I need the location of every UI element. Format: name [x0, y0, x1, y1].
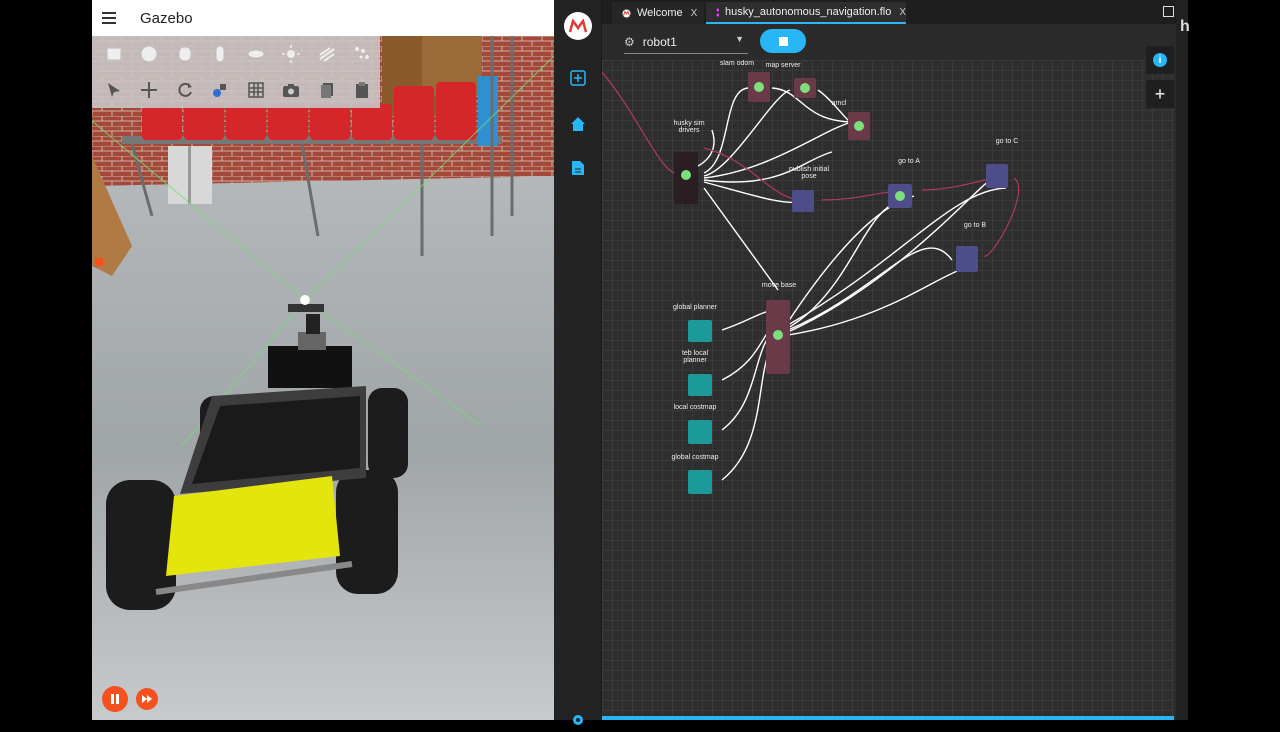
robot-select[interactable]: ⚙ robot1 ▼	[624, 30, 748, 54]
node-go-to-b[interactable]	[956, 246, 978, 272]
settings-gear-icon[interactable]	[566, 708, 590, 732]
grid-icon[interactable]	[238, 75, 274, 105]
gazebo-playback-controls	[102, 686, 158, 712]
node-go-to-c[interactable]	[986, 164, 1008, 188]
node-label-go-to-b: go to B	[963, 222, 987, 229]
pause-icon	[111, 694, 119, 704]
node-label-slam-odom: slam odom	[719, 60, 755, 67]
flow-sidebar	[554, 0, 602, 725]
gazebo-toolbar	[92, 36, 380, 108]
flow-file-icon	[716, 8, 719, 16]
spot-light-icon[interactable]	[345, 39, 381, 69]
cylinder-icon[interactable]	[167, 39, 203, 69]
node-publish-initial-pose[interactable]	[792, 190, 814, 212]
flow-canvas[interactable]: slam odom map server amcl husky sim driv…	[602, 60, 1174, 720]
node-label-publish-initial-pose: publish initial pose	[788, 166, 830, 180]
node-husky-sim-drivers[interactable]	[674, 152, 698, 204]
fast-forward-icon	[142, 695, 152, 703]
robot-select-value: robot1	[642, 34, 677, 49]
node-label-go-to-c: go to C	[995, 138, 1019, 145]
screen: Gazebo Welcome X husky_autonomous_naviga…	[92, 0, 1188, 725]
node-map-server[interactable]	[794, 78, 816, 98]
node-slam-odom[interactable]	[748, 72, 770, 102]
node-global-planner[interactable]	[688, 320, 712, 342]
copy-icon[interactable]	[309, 75, 345, 105]
node-label-go-to-a: go to A	[898, 158, 920, 165]
select-icon[interactable]	[96, 75, 132, 105]
directional-light-icon[interactable]	[309, 39, 345, 69]
sphere-icon[interactable]	[132, 39, 168, 69]
pause-button[interactable]	[102, 686, 128, 712]
canvas-bottom-bar	[602, 716, 1174, 720]
tab-welcome-close-button[interactable]: X	[691, 8, 698, 19]
node-label-global-planner: global planner	[673, 304, 717, 311]
tab-bar: Welcome X husky_autonomous_navigation.fl…	[602, 0, 1188, 24]
capsule-icon[interactable]	[203, 39, 239, 69]
paste-icon[interactable]	[345, 75, 381, 105]
home-icon[interactable]	[566, 112, 590, 136]
tab-husky-flo-label: husky_autonomous_navigation.flo	[724, 6, 892, 18]
flow-editor-window: Welcome X husky_autonomous_navigation.fl…	[554, 0, 1188, 725]
gazebo-title: Gazebo	[140, 9, 193, 27]
node-global-costmap[interactable]	[688, 470, 712, 494]
stop-button[interactable]	[760, 29, 806, 53]
info-button[interactable]: i	[1146, 46, 1174, 74]
node-label-global-costmap: global costmap	[671, 454, 719, 461]
stop-icon	[778, 36, 788, 46]
app-logo-icon[interactable]	[564, 12, 592, 40]
rotate-icon[interactable]	[167, 75, 203, 105]
sun-light-icon[interactable]	[274, 39, 310, 69]
node-label-move-base: move base	[761, 282, 797, 289]
node-move-base[interactable]	[766, 300, 790, 374]
gazebo-window: Gazebo	[92, 0, 554, 720]
scale-icon[interactable]	[203, 75, 239, 105]
node-local-costmap[interactable]	[688, 420, 712, 444]
chevron-down-icon: ▼	[735, 34, 744, 44]
hamburger-menu-icon[interactable]	[92, 0, 126, 36]
screenshot-icon[interactable]	[274, 75, 310, 105]
step-button[interactable]	[136, 688, 158, 710]
add-file-icon[interactable]	[566, 66, 590, 90]
node-teb-local-planner[interactable]	[688, 374, 712, 396]
tab-husky-flo[interactable]: husky_autonomous_navigation.flo X	[706, 2, 906, 24]
maximize-icon[interactable]	[1163, 6, 1174, 17]
node-label-husky-sim-drivers: husky sim drivers	[673, 120, 705, 134]
node-label-teb-local-planner: teb local planner	[681, 350, 709, 364]
add-node-button[interactable]: +	[1146, 80, 1174, 108]
box-icon[interactable]	[96, 39, 132, 69]
ellipsoid-icon[interactable]	[238, 39, 274, 69]
document-icon[interactable]	[566, 156, 590, 180]
gazebo-header: Gazebo	[92, 0, 554, 36]
info-icon: i	[1153, 53, 1167, 67]
welcome-logo-icon	[622, 9, 631, 17]
node-label-local-costmap: local costmap	[673, 404, 717, 411]
background-right	[1188, 0, 1280, 720]
tab-husky-flo-close-button[interactable]: X	[899, 7, 906, 18]
node-amcl[interactable]	[848, 112, 870, 140]
node-label-amcl: amcl	[831, 100, 847, 107]
tab-welcome-label: Welcome	[637, 7, 683, 19]
robot-icon: ⚙	[624, 34, 635, 49]
translate-icon[interactable]	[132, 75, 168, 105]
tab-welcome[interactable]: Welcome X	[612, 2, 704, 24]
adjacent-window-edge	[1176, 0, 1188, 720]
node-label-map-server: map server	[765, 62, 801, 69]
adjacent-window-letter: h	[1180, 18, 1190, 35]
flow-toolbar: ⚙ robot1 ▼	[602, 24, 1188, 60]
gazebo-3d-scene[interactable]	[92, 36, 554, 720]
node-go-to-a[interactable]	[888, 184, 912, 208]
